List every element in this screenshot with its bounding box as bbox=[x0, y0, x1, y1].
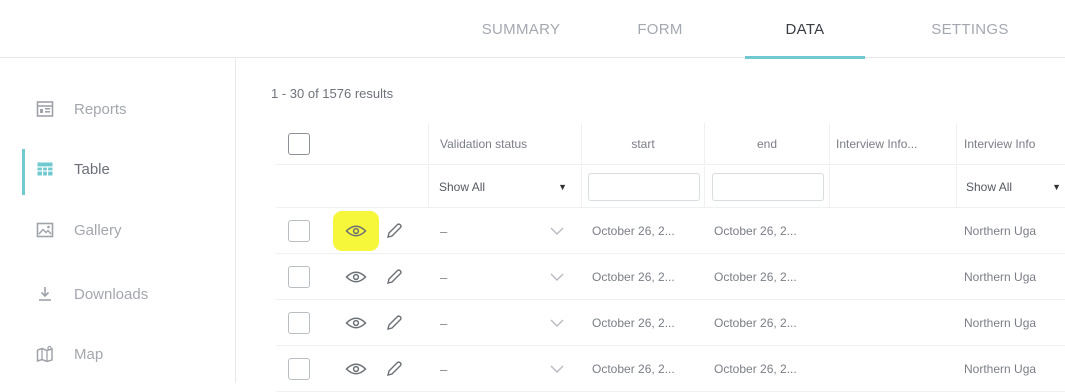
validation-status-cell[interactable]: – bbox=[440, 209, 576, 253]
validation-filter-cell: Show All ▼ bbox=[433, 166, 575, 207]
end-cell: October 26, 2... bbox=[714, 362, 797, 376]
tab-settings[interactable]: SETTINGS bbox=[895, 0, 1045, 58]
sidebar-item-gallery[interactable]: Gallery bbox=[0, 210, 236, 250]
chevron-down-icon bbox=[550, 362, 564, 376]
row-actions bbox=[343, 255, 407, 299]
table-filter-row: Show All ▼ Show All ▼ bbox=[276, 166, 1065, 208]
interview-info-1-cell bbox=[838, 209, 952, 253]
tab-data[interactable]: DATA bbox=[745, 0, 865, 59]
column-header-interview-info-2[interactable]: Interview Info bbox=[964, 123, 1065, 164]
sidebar-item-label: Reports bbox=[74, 100, 127, 118]
validation-status-cell[interactable]: – bbox=[440, 301, 576, 345]
interview-info-2-cell: Northern Uga bbox=[964, 224, 1037, 238]
interview-info-filter-value: Show All bbox=[966, 179, 1013, 194]
tab-summary[interactable]: SUMMARY bbox=[462, 0, 580, 58]
validation-status-filter-value: Show All bbox=[439, 179, 486, 194]
column-header-interview-info-1[interactable]: Interview Info... bbox=[836, 123, 954, 164]
end-filter-cell bbox=[712, 166, 824, 207]
start-filter-input[interactable] bbox=[588, 172, 700, 201]
sidebar-item-reports[interactable]: Reports bbox=[0, 89, 236, 129]
row-actions bbox=[333, 209, 407, 253]
row-actions bbox=[343, 301, 407, 345]
end-cell: October 26, 2... bbox=[714, 224, 797, 238]
downloads-icon bbox=[34, 283, 56, 305]
row-actions bbox=[343, 347, 407, 391]
sidebar-item-label: Gallery bbox=[74, 221, 122, 239]
results-count: 1 - 30 of 1576 results bbox=[271, 86, 394, 101]
column-header-validation-status[interactable]: Validation status bbox=[440, 123, 580, 164]
validation-status-cell[interactable]: – bbox=[440, 255, 576, 299]
dropdown-caret-icon: ▼ bbox=[558, 181, 567, 192]
start-cell: October 26, 2... bbox=[592, 316, 675, 330]
tab-form[interactable]: FORM bbox=[602, 0, 718, 58]
row-checkbox[interactable] bbox=[288, 312, 310, 334]
edit-pencil-icon[interactable] bbox=[381, 218, 407, 244]
chevron-down-icon bbox=[550, 270, 564, 284]
chevron-down-icon bbox=[550, 224, 564, 238]
edit-pencil-icon[interactable] bbox=[381, 264, 407, 290]
end-filter-input[interactable] bbox=[712, 172, 824, 201]
view-eye-icon[interactable] bbox=[333, 211, 379, 251]
edit-pencil-icon[interactable] bbox=[381, 356, 407, 382]
row-checkbox[interactable] bbox=[288, 266, 310, 288]
edit-pencil-icon[interactable] bbox=[381, 310, 407, 336]
chevron-down-icon bbox=[550, 316, 564, 330]
sidebar-item-label: Map bbox=[74, 345, 104, 363]
table-header-row: Validation status start end Interview In… bbox=[276, 123, 1065, 165]
row-checkbox[interactable] bbox=[288, 358, 310, 380]
start-cell: October 26, 2... bbox=[592, 270, 675, 284]
row-select-cell bbox=[288, 209, 310, 253]
row-select-cell bbox=[288, 255, 310, 299]
column-header-end[interactable]: end bbox=[705, 123, 829, 164]
sidebar-item-map[interactable]: Map bbox=[0, 334, 236, 374]
interview-info-filter[interactable]: Show All ▼ bbox=[962, 173, 1065, 201]
table-row: – October 26, 2... October 26, 2... Nort… bbox=[276, 301, 1065, 346]
reports-icon bbox=[34, 98, 56, 120]
validation-status-filter[interactable]: Show All ▼ bbox=[433, 173, 573, 201]
top-tab-bar: SUMMARY FORM DATA SETTINGS bbox=[0, 0, 1065, 59]
validation-status-cell[interactable]: – bbox=[440, 347, 576, 391]
row-checkbox[interactable] bbox=[288, 220, 310, 242]
interview-info-2-cell: Northern Uga bbox=[964, 270, 1037, 284]
select-all-cell bbox=[288, 123, 310, 164]
table-row: – October 26, 2... October 26, 2... Nort… bbox=[276, 255, 1065, 300]
sidebar-item-table[interactable]: Table bbox=[0, 149, 236, 195]
gallery-icon bbox=[34, 219, 56, 241]
sidebar-item-label: Downloads bbox=[74, 285, 149, 303]
interview-info-2-cell: Northern Uga bbox=[964, 316, 1037, 330]
column-header-start[interactable]: start bbox=[582, 123, 704, 164]
interview-info-2-cell: Northern Uga bbox=[964, 362, 1037, 376]
row-select-cell bbox=[288, 301, 310, 345]
interview-info-1-cell bbox=[838, 347, 952, 391]
interview-info-filter-cell: Show All ▼ bbox=[962, 166, 1065, 207]
select-all-checkbox[interactable] bbox=[288, 132, 310, 155]
start-cell: October 26, 2... bbox=[592, 362, 675, 376]
sidebar-item-label: Table bbox=[74, 160, 110, 178]
interview-info-1-cell bbox=[838, 301, 952, 345]
start-filter-cell bbox=[588, 166, 700, 207]
sidebar: Reports Table Gallery Downloads Map bbox=[0, 59, 236, 383]
view-eye-icon[interactable] bbox=[343, 310, 369, 336]
start-cell: October 26, 2... bbox=[592, 224, 675, 238]
map-icon bbox=[34, 343, 56, 365]
row-select-cell bbox=[288, 347, 310, 391]
sidebar-item-downloads[interactable]: Downloads bbox=[0, 274, 236, 314]
dropdown-caret-icon: ▼ bbox=[1052, 181, 1061, 192]
table-icon bbox=[34, 158, 56, 180]
view-eye-icon[interactable] bbox=[343, 264, 369, 290]
table-row: – October 26, 2... October 26, 2... Nort… bbox=[276, 347, 1065, 392]
view-eye-icon[interactable] bbox=[343, 356, 369, 382]
end-cell: October 26, 2... bbox=[714, 316, 797, 330]
interview-info-1-cell bbox=[838, 255, 952, 299]
table-row: – October 26, 2... October 26, 2... Nort… bbox=[276, 209, 1065, 254]
end-cell: October 26, 2... bbox=[714, 270, 797, 284]
